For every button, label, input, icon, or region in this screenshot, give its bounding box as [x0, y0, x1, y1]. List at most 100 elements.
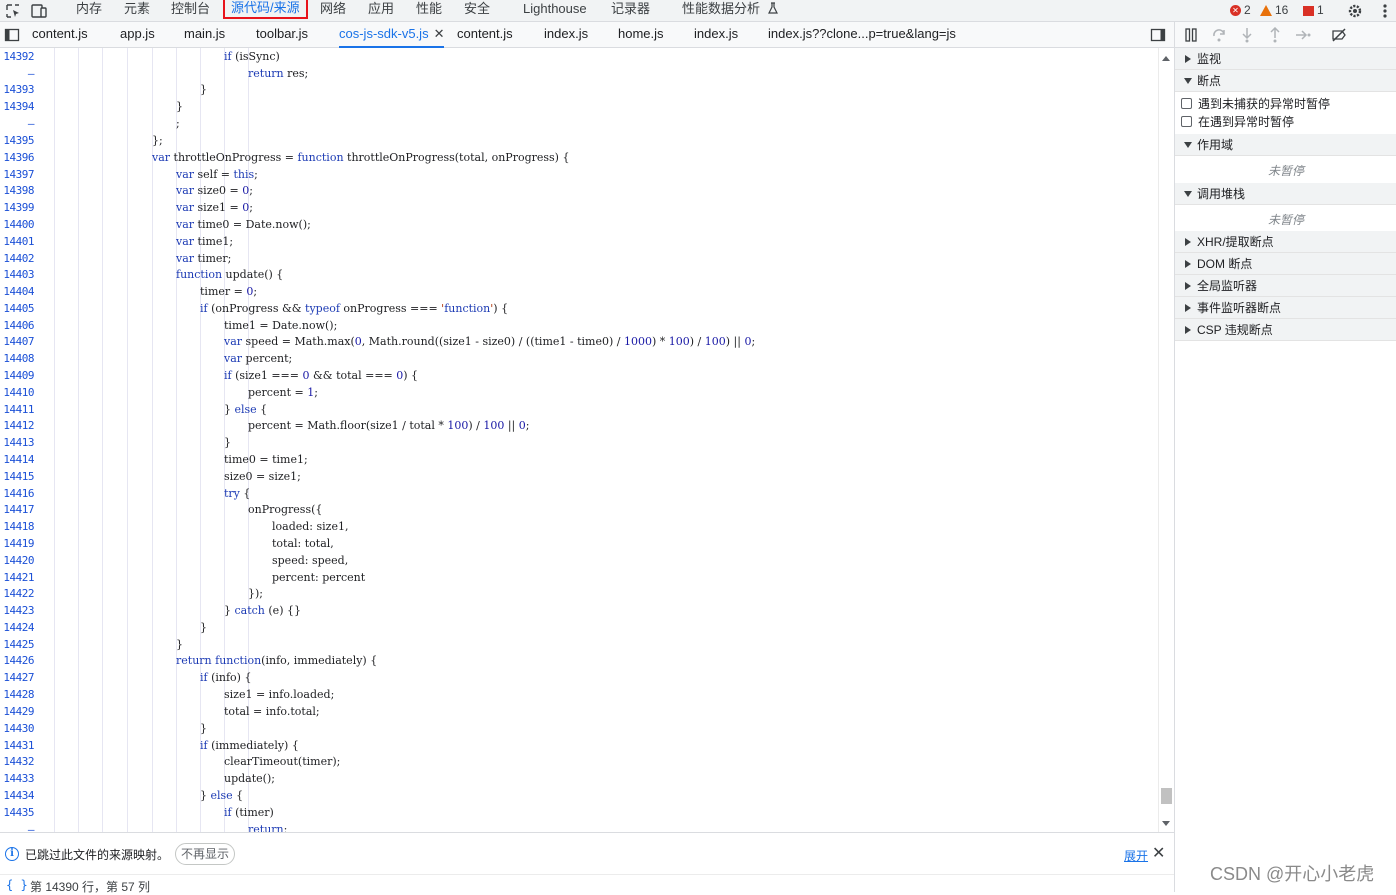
- device-toolbar-icon[interactable]: [30, 2, 48, 20]
- code-line[interactable]: if (size1 === 0 && total === 0) {: [224, 369, 418, 382]
- section-scope[interactable]: 作用域: [1175, 134, 1396, 156]
- editor-scrollbar[interactable]: [1158, 48, 1174, 832]
- file-tab-main-js[interactable]: main.js: [184, 22, 225, 47]
- line-number[interactable]: 14398: [0, 184, 36, 197]
- code-line[interactable]: percent: percent: [272, 571, 365, 584]
- code-line[interactable]: } else {: [200, 789, 243, 802]
- tab-performance[interactable]: 性能: [416, 0, 442, 21]
- line-number[interactable]: 14427: [0, 671, 36, 684]
- inspect-element-icon[interactable]: [4, 2, 22, 20]
- line-number[interactable]: 14400: [0, 218, 36, 231]
- section-dom-breakpoints[interactable]: DOM 断点: [1175, 253, 1396, 275]
- file-tab-app-js[interactable]: app.js: [120, 22, 155, 47]
- issues-count[interactable]: 1: [1303, 2, 1324, 20]
- line-number[interactable]: 14432: [0, 755, 36, 768]
- line-number[interactable]: 14425: [0, 638, 36, 651]
- code-line[interactable]: loaded: size1,: [272, 520, 348, 533]
- pause-resume-icon[interactable]: [1183, 27, 1199, 43]
- line-number[interactable]: 14414: [0, 453, 36, 466]
- line-number[interactable]: –: [0, 67, 36, 80]
- section-xhr-breakpoints[interactable]: XHR/提取断点: [1175, 231, 1396, 253]
- line-number[interactable]: 14428: [0, 688, 36, 701]
- code-line[interactable]: } catch (e) {}: [224, 604, 301, 617]
- line-number[interactable]: 14405: [0, 302, 36, 315]
- step-over-icon[interactable]: [1211, 27, 1227, 43]
- line-number[interactable]: –: [0, 117, 36, 130]
- file-tab-home-js[interactable]: home.js: [618, 22, 664, 47]
- file-tab-toolbar-js[interactable]: toolbar.js: [256, 22, 308, 47]
- code-line[interactable]: return res;: [248, 67, 308, 80]
- code-line[interactable]: total = info.total;: [224, 705, 320, 718]
- line-number[interactable]: 14409: [0, 369, 36, 382]
- section-event-listener-breakpoints[interactable]: 事件监听器断点: [1175, 297, 1396, 319]
- line-number[interactable]: 14401: [0, 235, 36, 248]
- section-call-stack[interactable]: 调用堆栈: [1175, 183, 1396, 205]
- code-line[interactable]: var self = this;: [176, 168, 258, 181]
- file-tab-content-js-2[interactable]: content.js: [457, 22, 513, 47]
- line-number[interactable]: 14416: [0, 487, 36, 500]
- error-count[interactable]: ✕ 2: [1230, 2, 1251, 20]
- line-number[interactable]: 14411: [0, 403, 36, 416]
- pause-uncaught-checkbox[interactable]: 遇到未捕获的异常时暂停: [1181, 95, 1330, 113]
- code-line[interactable]: size0 = size1;: [224, 470, 301, 483]
- section-global-listeners[interactable]: 全局监听器: [1175, 275, 1396, 297]
- code-line[interactable]: return function(info, immediately) {: [176, 654, 377, 667]
- tab-console[interactable]: 控制台: [171, 0, 210, 21]
- code-editor[interactable]: 14392 if (isSync) – return res; 14393} 14394}…: [0, 48, 1158, 832]
- pause-caught-checkbox[interactable]: 在遇到异常时暂停: [1181, 113, 1294, 131]
- code-line[interactable]: }: [200, 621, 207, 634]
- line-number[interactable]: 14399: [0, 201, 36, 214]
- code-line[interactable]: time0 = time1;: [224, 453, 308, 466]
- section-watch[interactable]: 监视: [1175, 48, 1396, 70]
- code-line[interactable]: if (timer): [224, 806, 274, 819]
- section-csp-breakpoints[interactable]: CSP 违规断点: [1175, 319, 1396, 341]
- tab-application[interactable]: 应用: [368, 0, 394, 21]
- line-number[interactable]: 14404: [0, 285, 36, 298]
- line-number[interactable]: 14434: [0, 789, 36, 802]
- code-line[interactable]: try {: [224, 487, 250, 500]
- code-line[interactable]: percent = 1;: [248, 386, 318, 399]
- line-number[interactable]: 14402: [0, 252, 36, 265]
- line-number[interactable]: –: [0, 823, 36, 832]
- line-number[interactable]: 14421: [0, 571, 36, 584]
- step-icon[interactable]: [1295, 27, 1311, 43]
- toggle-debugger-sidebar-icon[interactable]: [1150, 27, 1166, 43]
- line-number[interactable]: 14418: [0, 520, 36, 533]
- scrollbar-thumb[interactable]: [1161, 788, 1172, 804]
- code-line[interactable]: var percent;: [224, 352, 292, 365]
- line-number[interactable]: 14422: [0, 587, 36, 600]
- file-tab-content-js[interactable]: content.js: [32, 22, 88, 47]
- code-line[interactable]: var throttleOnProgress = function thrott…: [152, 151, 569, 164]
- code-line[interactable]: var size1 = 0;: [176, 201, 253, 214]
- tab-recorder[interactable]: 记录器: [611, 0, 650, 21]
- scroll-down-arrow-icon[interactable]: [1162, 821, 1170, 826]
- line-number[interactable]: 14395: [0, 134, 36, 147]
- code-line[interactable]: var timer;: [176, 252, 231, 265]
- tab-performance-insights[interactable]: 性能数据分析: [682, 0, 779, 21]
- settings-gear-icon[interactable]: [1346, 2, 1364, 20]
- line-number[interactable]: 14406: [0, 319, 36, 332]
- code-line[interactable]: }: [224, 436, 231, 449]
- code-line[interactable]: }: [200, 722, 207, 735]
- dont-show-again-button[interactable]: 不再显示: [175, 843, 236, 865]
- tab-memory[interactable]: 内存: [76, 0, 102, 21]
- scroll-up-arrow-icon[interactable]: [1162, 56, 1170, 61]
- line-number[interactable]: 14403: [0, 268, 36, 281]
- code-line[interactable]: timer = 0;: [200, 285, 257, 298]
- line-number[interactable]: 14433: [0, 772, 36, 785]
- checkbox-icon[interactable]: [1181, 116, 1192, 127]
- line-number[interactable]: 14408: [0, 352, 36, 365]
- code-line[interactable]: total: total,: [272, 537, 334, 550]
- tab-lighthouse[interactable]: Lighthouse: [523, 0, 587, 21]
- warning-count[interactable]: 16: [1260, 2, 1288, 20]
- line-number[interactable]: 14423: [0, 604, 36, 617]
- line-number[interactable]: 14426: [0, 654, 36, 667]
- line-number[interactable]: 14407: [0, 335, 36, 348]
- line-number[interactable]: 14420: [0, 554, 36, 567]
- code-line[interactable]: ;: [176, 117, 180, 130]
- code-line[interactable]: function update() {: [176, 268, 283, 281]
- file-tab-index-js-2[interactable]: index.js: [694, 22, 738, 47]
- code-line[interactable]: });: [248, 587, 263, 600]
- code-line[interactable]: };: [152, 134, 163, 147]
- line-number[interactable]: 14393: [0, 83, 36, 96]
